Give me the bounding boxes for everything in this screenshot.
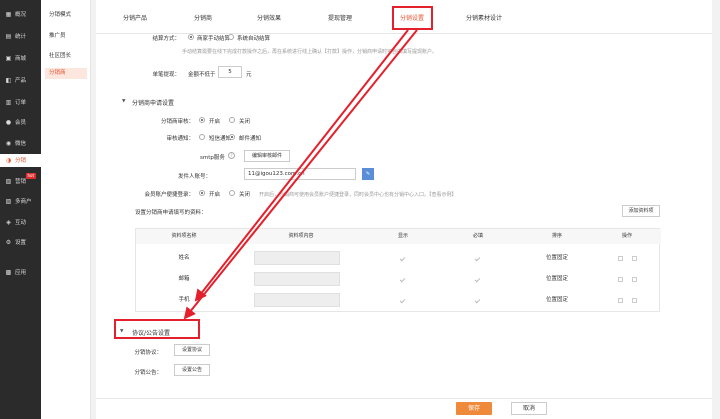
annotation-arrows: [183, 29, 418, 320]
arrow-to-agreement: [183, 29, 418, 320]
arrow-to-phone-row: [194, 29, 409, 302]
